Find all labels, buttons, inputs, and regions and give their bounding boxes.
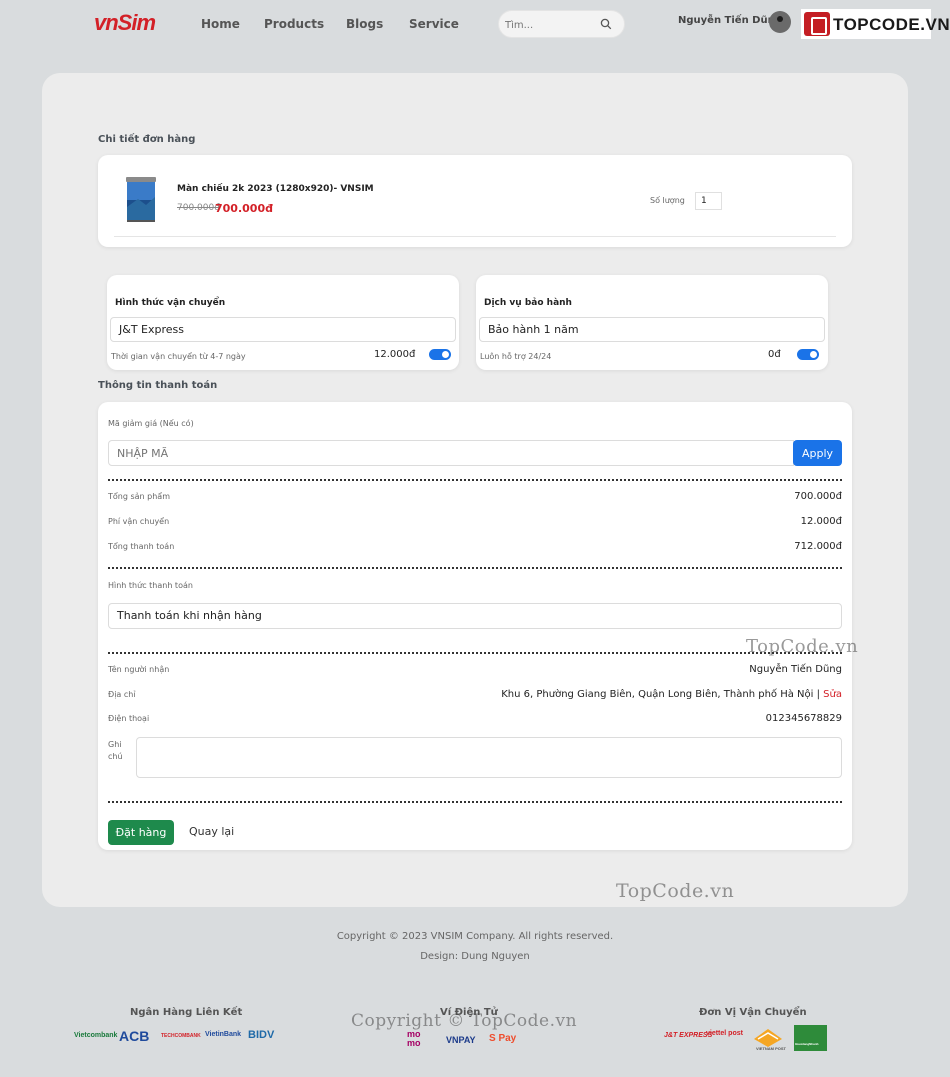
- footer-copyright: Copyright © 2023 VNSIM Company. All righ…: [336, 931, 614, 942]
- shipping-fee-label: Phí vận chuyển: [108, 517, 170, 526]
- vietcombank-logo: Vietcombank: [74, 1032, 118, 1039]
- topcode-badge-text: TOPCODE.VN: [833, 15, 950, 34]
- jt-express-logo: J&T EXPRESS: [664, 1032, 713, 1039]
- dotted-divider: [108, 652, 842, 654]
- subtotal-value: 700.000đ: [794, 491, 842, 502]
- payment-method-select[interactable]: Thanh toán khi nhận hàng: [108, 603, 842, 629]
- address-row: Khu 6, Phường Giang Biên, Quận Long Biên…: [501, 689, 842, 700]
- site-logo[interactable]: vnSim: [94, 10, 156, 36]
- shipping-select[interactable]: J&T Express: [110, 317, 456, 342]
- vietinbank-logo: VietinBank: [205, 1031, 242, 1038]
- giaohangnhanh-logo-text: GiaoHangNhanh: [795, 1042, 819, 1046]
- nav-products[interactable]: Products: [264, 17, 324, 31]
- address-value: Khu 6, Phường Giang Biên, Quận Long Biên…: [501, 689, 814, 700]
- warranty-note: Luôn hỗ trợ 24/24: [480, 352, 552, 361]
- shipping-note: Thời gian vận chuyển từ 4-7 ngày: [111, 352, 246, 361]
- subtotal-label: Tổng sản phẩm: [108, 492, 170, 501]
- payment-section-title: Thông tin thanh toán: [98, 380, 218, 391]
- projector-screen-image: [126, 177, 156, 222]
- phone-value: 012345678829: [765, 713, 842, 724]
- warranty-toggle[interactable]: [797, 349, 819, 360]
- sale-price: 700.000đ: [215, 202, 273, 215]
- place-order-button[interactable]: Đặt hàng: [108, 820, 174, 845]
- shipping-title: Hình thức vận chuyển: [115, 298, 226, 308]
- dotted-divider: [108, 801, 842, 803]
- order-section-title: Chi tiết đơn hàng: [98, 134, 196, 145]
- edit-address-link[interactable]: Sửa: [823, 689, 842, 700]
- watermark-text: TopCode.vn: [746, 636, 859, 657]
- warranty-title: Dịch vụ bảo hành: [484, 298, 572, 308]
- warranty-price: 0đ: [768, 349, 781, 360]
- nav-blogs[interactable]: Blogs: [346, 17, 383, 31]
- coupon-input[interactable]: [108, 440, 794, 466]
- momo-logo: mo mo: [407, 1029, 421, 1048]
- shipping-price: 12.000đ: [374, 349, 416, 360]
- warranty-select[interactable]: Bảo hành 1 năm: [479, 317, 825, 342]
- warranty-card: Dịch vụ bảo hành Bảo hành 1 năm Luôn hỗ …: [476, 275, 828, 370]
- giaohangnhanh-logo: GiaoHangNhanh: [794, 1025, 827, 1051]
- avatar[interactable]: [769, 11, 791, 33]
- topcode-logo-icon: [804, 12, 830, 36]
- note-label: Ghi chú: [108, 740, 123, 761]
- viettel-post-logo: viettel post: [706, 1030, 743, 1037]
- receiver-value: Nguyễn Tiến Dũng: [749, 664, 842, 675]
- search-input[interactable]: [505, 17, 595, 33]
- footer-design-credit: Design: Dung Nguyen: [420, 951, 530, 962]
- bidv-logo: BIDV: [248, 1029, 275, 1041]
- quantity-label: Số lượng: [650, 196, 685, 205]
- dotted-divider: [108, 567, 842, 569]
- shipping-card: Hình thức vận chuyển J&T Express Thời gi…: [107, 275, 459, 370]
- divider: [114, 236, 836, 237]
- acb-logo: ACB: [119, 1028, 150, 1044]
- techcombank-logo: TECHCOMBANK: [161, 1033, 201, 1039]
- carriers-title: Đơn Vị Vận Chuyển: [699, 1007, 807, 1018]
- address-separator: |: [816, 689, 820, 700]
- nav-home[interactable]: Home: [201, 17, 240, 31]
- watermark-text: TopCode.vn: [616, 880, 735, 902]
- shipping-toggle[interactable]: [429, 349, 451, 360]
- banks-title: Ngân Hàng Liên Kết: [130, 1007, 243, 1018]
- apply-button[interactable]: Apply: [793, 440, 842, 466]
- address-label: Địa chỉ: [108, 690, 136, 699]
- quantity-input[interactable]: [695, 192, 722, 210]
- total-value: 712.000đ: [794, 541, 842, 552]
- old-price: 700.000đ: [177, 203, 220, 213]
- note-textarea[interactable]: [136, 737, 842, 778]
- top-header: vnSim Home Products Blogs Service Nguyễn…: [0, 0, 950, 48]
- coupon-label: Mã giảm giá (Nếu có): [108, 419, 194, 428]
- user-name[interactable]: Nguyễn Tiến Dũng: [678, 15, 782, 26]
- shipping-fee-value: 12.000đ: [800, 516, 842, 527]
- product-name[interactable]: Màn chiếu 2k 2023 (1280x920)- VNSIM: [177, 184, 374, 194]
- topcode-badge: TOPCODE.VN: [801, 9, 950, 39]
- back-button[interactable]: Quay lại: [189, 825, 234, 838]
- payment-card: Mã giảm giá (Nếu có) Apply Tổng sản phẩm…: [98, 402, 852, 850]
- product-card: Màn chiếu 2k 2023 (1280x920)- VNSIM 700.…: [98, 155, 852, 247]
- vietnam-post-logo: VIETNAM POST: [756, 1046, 787, 1051]
- search-icon[interactable]: [600, 18, 612, 30]
- shopeepay-logo: S Pay: [489, 1033, 517, 1044]
- nav-service[interactable]: Service: [409, 17, 459, 31]
- receiver-label: Tên người nhận: [108, 665, 170, 674]
- total-label: Tổng thanh toán: [108, 542, 175, 551]
- dotted-divider: [108, 479, 842, 481]
- search-box: [498, 10, 625, 38]
- payment-method-label: Hình thức thanh toán: [108, 581, 193, 590]
- watermark-text: Copyright © TopCode.vn: [351, 1011, 578, 1031]
- vnpay-logo: VNPAY: [446, 1035, 476, 1045]
- phone-label: Điện thoại: [108, 714, 150, 723]
